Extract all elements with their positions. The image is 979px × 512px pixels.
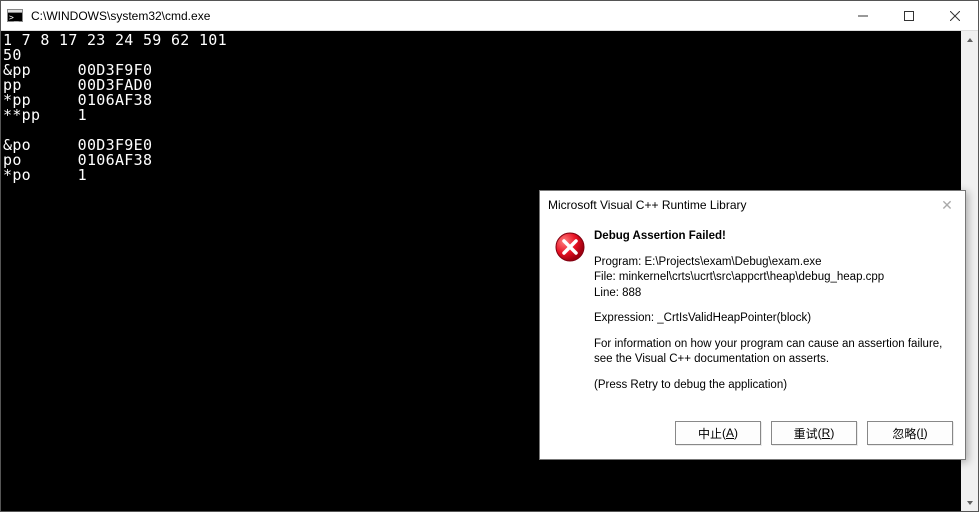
window-title: C:\WINDOWS\system32\cmd.exe bbox=[29, 9, 840, 23]
abort-button[interactable]: 中止(A) bbox=[675, 421, 761, 445]
runtime-error-dialog: Microsoft Visual C++ Runtime Library ✕ D… bbox=[539, 190, 966, 460]
error-icon bbox=[554, 229, 594, 403]
ignore-button[interactable]: 忽略(I) bbox=[867, 421, 953, 445]
dialog-retry-hint: (Press Retry to debug the application) bbox=[594, 378, 951, 394]
svg-text:>_: >_ bbox=[9, 13, 19, 22]
scroll-up-button[interactable] bbox=[961, 31, 978, 48]
close-button[interactable] bbox=[932, 1, 978, 30]
retry-button[interactable]: 重试(R) bbox=[771, 421, 857, 445]
dialog-close-button[interactable]: ✕ bbox=[937, 197, 957, 214]
dialog-info: For information on how your program can … bbox=[594, 337, 951, 368]
titlebar: >_ C:\WINDOWS\system32\cmd.exe bbox=[1, 1, 978, 31]
dialog-message: Debug Assertion Failed! Program: E:\Proj… bbox=[594, 229, 951, 403]
dialog-titlebar: Microsoft Visual C++ Runtime Library ✕ bbox=[540, 191, 965, 219]
dialog-title: Microsoft Visual C++ Runtime Library bbox=[548, 198, 937, 212]
dialog-heading: Debug Assertion Failed! bbox=[594, 229, 951, 245]
window-controls bbox=[840, 1, 978, 30]
dialog-body: Debug Assertion Failed! Program: E:\Proj… bbox=[540, 219, 965, 411]
dialog-program-block: Program: E:\Projects\exam\Debug\exam.exe… bbox=[594, 255, 951, 302]
minimize-button[interactable] bbox=[840, 1, 886, 30]
cmd-icon: >_ bbox=[7, 8, 23, 24]
dialog-expression: Expression: _CrtIsValidHeapPointer(block… bbox=[594, 311, 951, 327]
scroll-down-button[interactable] bbox=[961, 494, 978, 511]
maximize-button[interactable] bbox=[886, 1, 932, 30]
dialog-button-row: 中止(A) 重试(R) 忽略(I) bbox=[540, 411, 965, 459]
